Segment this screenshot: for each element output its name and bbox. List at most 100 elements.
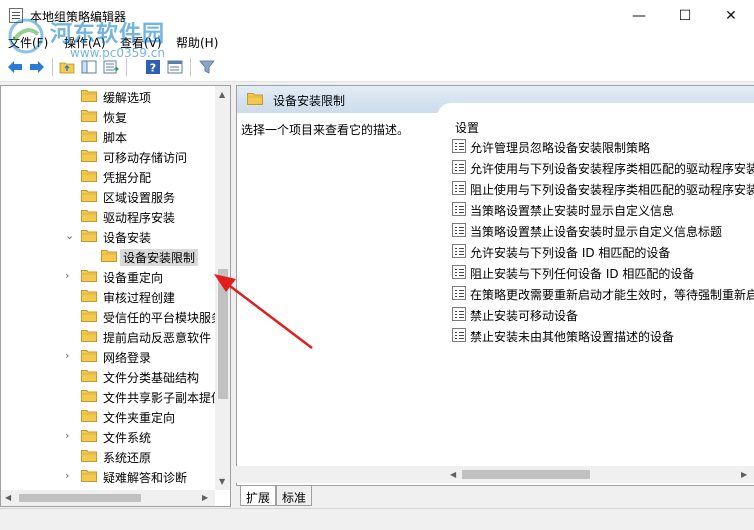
- policy-setting-icon: [452, 202, 466, 216]
- folder-icon: [81, 110, 97, 122]
- policy-setting-row[interactable]: 禁止安装未由其他策略设置描述的设备: [452, 325, 754, 345]
- tree-item[interactable]: › 疑难解答和诊断: [1, 466, 215, 486]
- tab-extended[interactable]: 扩展: [240, 486, 277, 506]
- details-pane: 设备安装限制 选择一个项目来查看它的描述。 设置 允许管理员忽略设备安装限制策略…: [236, 85, 754, 485]
- properties-icon[interactable]: [166, 58, 184, 76]
- policy-setting-row[interactable]: 允许管理员忽略设备安装限制策略: [452, 136, 754, 156]
- policy-setting-row[interactable]: 允许使用与下列设备安装程序类相匹配的驱动程序安装设备: [452, 157, 754, 177]
- tab-standard[interactable]: 标准: [276, 486, 313, 506]
- tree-item[interactable]: › 设备重定向: [1, 266, 215, 286]
- window-title: 本地组策略编辑器: [30, 10, 127, 24]
- policy-setting-icon: [452, 244, 466, 258]
- back-arrow-icon[interactable]: [6, 58, 24, 76]
- navigation-tree: 缓解选项 恢复 脚本可移动存储访问 凭据分配 区域设置服务驱动程序安装 ⌄ 设备安装 设备安装…: [0, 85, 231, 507]
- filter-icon[interactable]: [198, 58, 216, 76]
- policy-setting-row[interactable]: 在策略更改需要重新启动才能生效时，等待强制重新启动: [452, 283, 754, 303]
- tree-item-label: 审核过程创建: [103, 291, 176, 305]
- tree-item[interactable]: 区域设置服务: [1, 186, 215, 206]
- menu-bar: 文件(F) 操作(A) 查看(V) 帮助(H): [0, 31, 754, 52]
- tree-item[interactable]: 凭据分配: [1, 166, 215, 186]
- scroll-right-icon[interactable]: ▶: [741, 470, 747, 479]
- policy-setting-row[interactable]: 当策略设置禁止安装时显示自定义信息: [452, 199, 754, 219]
- chevron-right-icon[interactable]: ›: [65, 470, 75, 482]
- tree-item[interactable]: 系统还原: [1, 446, 215, 466]
- tree-item-label: 受信任的平台模块服务: [103, 311, 224, 325]
- menu-action[interactable]: 操作(A): [64, 34, 106, 51]
- tree-item[interactable]: 文件夹重定向: [1, 406, 215, 426]
- policy-setting-row[interactable]: 允许安装与下列设备 ID 相匹配的设备: [452, 241, 754, 261]
- minimize-button[interactable]: —: [616, 0, 662, 31]
- column-header-setting[interactable]: 设置: [455, 119, 479, 136]
- tree-item[interactable]: ⌄ 设备安装: [1, 226, 215, 246]
- tree-item-label: 疑难解答和诊断: [103, 471, 188, 485]
- scroll-left-icon[interactable]: ◀: [450, 470, 456, 479]
- tree-item[interactable]: 文件分类基础结构: [1, 366, 215, 386]
- scroll-up-icon[interactable]: ▲: [219, 90, 225, 99]
- policy-setting-label: 在策略更改需要重新启动才能生效时，等待强制重新启动: [470, 288, 754, 302]
- folder-icon: [81, 370, 97, 382]
- scroll-thumb[interactable]: [218, 269, 228, 399]
- toolbar: ?: [0, 52, 754, 82]
- maximize-button[interactable]: ☐: [662, 0, 708, 31]
- policy-setting-row[interactable]: 阻止安装与下列任何设备 ID 相匹配的设备: [452, 262, 754, 282]
- tree-item[interactable]: 可移动存储访问: [1, 146, 215, 166]
- policy-setting-icon: [452, 223, 466, 237]
- folder-icon: [81, 270, 97, 282]
- tree-item[interactable]: 脚本: [1, 126, 215, 146]
- tree-horizontal-scrollbar[interactable]: ◀ ▶: [1, 490, 215, 506]
- tree-item[interactable]: 缓解选项: [1, 86, 215, 106]
- policy-setting-icon: [452, 286, 466, 300]
- folder-up-icon[interactable]: [58, 58, 76, 76]
- help-icon[interactable]: ?: [144, 58, 162, 76]
- tree-item[interactable]: 审核过程创建: [1, 286, 215, 306]
- folder-icon: [247, 93, 263, 105]
- folder-icon: [81, 310, 97, 322]
- scroll-thumb[interactable]: [462, 470, 590, 479]
- tree-vertical-scrollbar[interactable]: ▲ ▼: [215, 86, 230, 490]
- svg-text:?: ?: [150, 62, 156, 75]
- tree-item[interactable]: 设备安装限制: [1, 246, 215, 266]
- tree-item[interactable]: › 文件系统: [1, 426, 215, 446]
- tree-item[interactable]: 提前启动反恶意软件: [1, 326, 215, 346]
- scroll-right-icon[interactable]: ▶: [202, 493, 208, 502]
- forward-arrow-icon[interactable]: [28, 58, 46, 76]
- policy-setting-icon: [452, 307, 466, 321]
- menu-view[interactable]: 查看(V): [120, 34, 162, 51]
- tree-item[interactable]: 驱动程序安装: [1, 206, 215, 226]
- show-hide-tree-icon[interactable]: [80, 58, 98, 76]
- folder-icon: [101, 250, 117, 262]
- chevron-right-icon[interactable]: ›: [65, 350, 75, 362]
- policy-setting-row[interactable]: 阻止使用与下列设备安装程序类相匹配的驱动程序安装设备: [452, 178, 754, 198]
- title-bar: 本地组策略编辑器 — ☐ ✕: [0, 0, 754, 31]
- chevron-right-icon[interactable]: ›: [65, 270, 75, 282]
- tree-item[interactable]: › 网络登录: [1, 346, 215, 366]
- tree-item[interactable]: 恢复: [1, 106, 215, 126]
- chevron-down-icon[interactable]: ⌄: [65, 230, 75, 242]
- details-horizontal-scrollbar[interactable]: ◀ ▶: [236, 466, 754, 483]
- menu-file[interactable]: 文件(F): [8, 34, 48, 51]
- folder-icon: [81, 130, 97, 142]
- policy-setting-icon: [452, 328, 466, 342]
- folder-icon: [81, 230, 97, 242]
- tree-item-label: 设备安装: [103, 231, 152, 245]
- tree-item[interactable]: 受信任的平台模块服务: [1, 306, 223, 326]
- menu-help[interactable]: 帮助(H): [176, 34, 218, 51]
- folder-icon: [81, 170, 97, 182]
- policy-setting-icon: [452, 160, 466, 174]
- close-button[interactable]: ✕: [708, 0, 754, 31]
- scroll-thumb[interactable]: [19, 494, 141, 502]
- tree-item[interactable]: 文件共享影子副本提供程序: [1, 386, 230, 406]
- policy-setting-row[interactable]: 当策略设置禁止设备安装时显示自定义信息标题: [452, 220, 754, 240]
- scroll-left-icon[interactable]: ◀: [5, 493, 11, 502]
- tree-item-label: 文件分类基础结构: [103, 371, 200, 385]
- policy-setting-label: 阻止安装与下列任何设备 ID 相匹配的设备: [470, 267, 695, 281]
- policy-setting-row[interactable]: 禁止安装可移动设备: [452, 304, 754, 324]
- export-list-icon[interactable]: [102, 58, 120, 76]
- chevron-right-icon[interactable]: ›: [65, 430, 75, 442]
- scroll-down-icon[interactable]: ▼: [219, 477, 225, 486]
- tree-item-label: 可移动存储访问: [103, 151, 188, 165]
- folder-icon: [81, 350, 97, 362]
- tree-item-label: 文件夹重定向: [103, 411, 176, 425]
- folder-icon: [81, 470, 97, 482]
- tree-item-label: 驱动程序安装: [103, 211, 176, 225]
